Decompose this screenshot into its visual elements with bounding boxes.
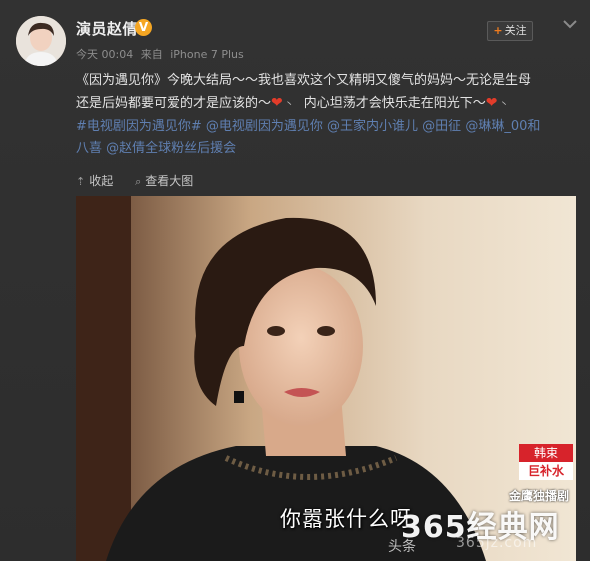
verified-badge-icon: V <box>135 19 152 36</box>
sponsor-badge-top: 韩束 <box>519 444 573 462</box>
post-text-segment: 还是后妈都要可爱的才是应该的～ <box>76 96 272 111</box>
post-text: 《因为遇见你》今晚大结局～～我也喜欢这个又精明又傻气的妈妈～无论是生母 还是后妈… <box>76 70 572 160</box>
heart-emoji-icon: ❤ <box>271 95 283 111</box>
post-text-line: 《因为遇见你》今晚大结局～～我也喜欢这个又精明又傻气的妈妈～无论是生母 <box>76 73 532 88</box>
post-meta: 今天 00:04 来自 iPhone 7 Plus <box>76 46 248 62</box>
post-text-segment: 内心坦荡才会快乐走在阳光下～ <box>303 96 486 111</box>
post-text-line: 还是后妈都要可爱的才是应该的～❤ 丶内心坦荡才会快乐走在阳光下～❤ 丶 <box>76 92 572 116</box>
collapse-button[interactable]: ⇡ 收起 <box>76 172 113 189</box>
post-photo[interactable]: 你嚣张什么呀 韩束 巨补水 金鹰独播剧 365经典网 头条 365jz.com <box>76 196 576 561</box>
plus-icon: + <box>493 24 503 37</box>
watermark-label: 头条 <box>388 539 416 555</box>
heart-emoji-icon: ❤ <box>485 95 498 111</box>
watermark-url: 365jz.com <box>456 535 538 551</box>
magnifier-icon: ⌕ <box>135 175 142 188</box>
view-large-label: 查看大图 <box>145 174 194 188</box>
weibo-post-card: 演员赵倩 V 今天 00:04 来自 iPhone 7 Plus + 关注 《因为… <box>0 0 590 561</box>
post-source[interactable]: iPhone 7 Plus <box>170 48 244 61</box>
media-actions: ⇡ 收起 ⌕ 查看大图 <box>76 172 211 189</box>
chevron-down-icon[interactable] <box>562 18 578 30</box>
emoji-tail: 丶 <box>499 100 509 110</box>
post-time[interactable]: 今天 00:04 <box>76 48 133 61</box>
emoji-tail: 丶 <box>284 100 294 110</box>
view-large-button[interactable]: ⌕ 查看大图 <box>135 172 193 189</box>
hashtags-mentions[interactable]: 八喜 @赵倩全球粉丝后援会 <box>76 138 572 160</box>
hashtags-mentions[interactable]: #电视剧因为遇见你# @电视剧因为遇见你 @王家内小谁儿 @田征 @琳琳_00和 <box>76 116 572 138</box>
source-prefix: 来自 <box>140 48 163 61</box>
collapse-arrow-icon: ⇡ <box>76 175 86 188</box>
sponsor-badge-bottom: 巨补水 <box>519 462 573 480</box>
author-name[interactable]: 演员赵倩 <box>76 18 138 39</box>
follow-label: 关注 <box>504 24 527 37</box>
avatar[interactable] <box>16 16 66 66</box>
follow-button[interactable]: + 关注 <box>487 21 533 41</box>
collapse-label: 收起 <box>89 174 114 188</box>
avatar-image <box>16 16 66 66</box>
